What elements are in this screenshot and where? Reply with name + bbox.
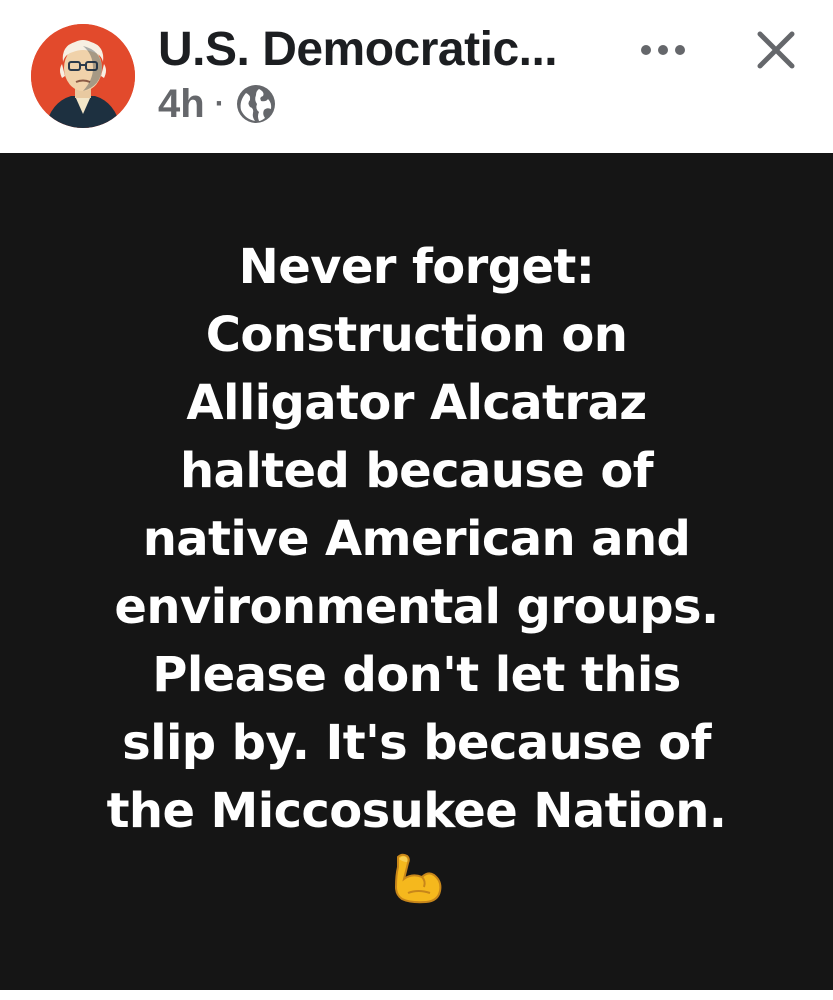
post-text-line: halted because of xyxy=(179,443,654,499)
flexed-biceps-icon xyxy=(394,853,441,904)
close-icon[interactable] xyxy=(748,22,804,78)
post-text-line: Never forget: xyxy=(238,239,595,295)
card-bottom-divider xyxy=(0,990,833,1000)
post-text-line: the Miccosukee Nation. xyxy=(106,783,727,839)
post-text-line: Alligator Alcatraz xyxy=(186,375,647,431)
portrait-image xyxy=(31,24,135,128)
page-name[interactable]: U.S. Democratic... xyxy=(158,22,558,78)
post-meta: 4h · xyxy=(158,80,277,128)
post-text-line: native American and xyxy=(142,511,691,567)
post-text-line: environmental groups. xyxy=(114,579,719,635)
more-options-icon[interactable] xyxy=(635,28,691,72)
post-text-line: slip by. It's because of xyxy=(122,715,711,771)
globe-icon xyxy=(236,85,275,123)
post-text-card[interactable]: Never forget: Construction on Alligator … xyxy=(0,153,833,990)
meta-separator: · xyxy=(214,87,225,120)
page-avatar[interactable] xyxy=(31,24,135,128)
post-timestamp[interactable]: 4h xyxy=(158,82,205,127)
post-text-line: Please don't let this xyxy=(152,647,681,703)
post-header: U.S. Democratic... 4h · xyxy=(0,0,833,153)
post-text: Never forget: Construction on Alligator … xyxy=(40,233,793,907)
post-text-line: Construction on xyxy=(205,307,628,363)
